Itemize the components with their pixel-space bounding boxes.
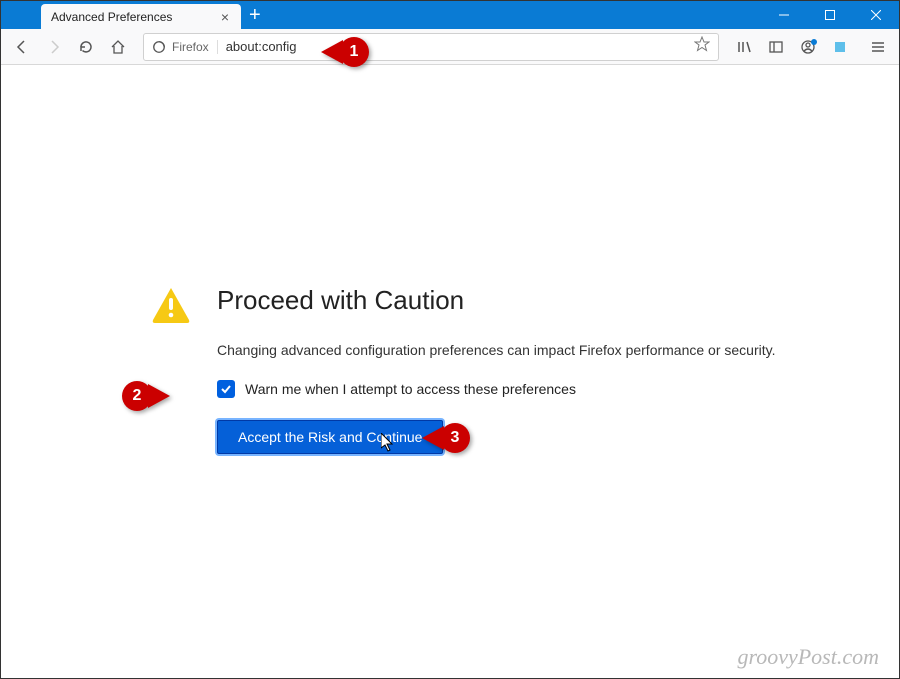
- annotation-2: 2: [122, 381, 170, 411]
- annotation-3: 3: [422, 423, 470, 453]
- warning-icon: [151, 285, 191, 325]
- annotation-1: 1: [321, 37, 369, 67]
- menu-button[interactable]: [863, 32, 893, 62]
- tab-title: Advanced Preferences: [51, 10, 172, 24]
- sidebar-icon[interactable]: [761, 32, 791, 62]
- caution-description: Changing advanced configuration preferen…: [217, 342, 775, 358]
- mouse-cursor: [381, 433, 395, 453]
- bookmark-star-icon[interactable]: [694, 36, 710, 57]
- reload-button[interactable]: [71, 32, 101, 62]
- identity-box[interactable]: Firefox: [152, 40, 218, 54]
- close-window-button[interactable]: [853, 1, 899, 29]
- window-controls: [761, 1, 899, 29]
- check-icon: [220, 383, 232, 395]
- new-tab-button[interactable]: +: [249, 4, 261, 27]
- caution-heading: Proceed with Caution: [217, 285, 775, 316]
- home-button[interactable]: [103, 32, 133, 62]
- browser-tab[interactable]: Advanced Preferences ×: [41, 4, 241, 29]
- firefox-logo-icon: [152, 40, 166, 54]
- forward-button: [39, 32, 69, 62]
- extension-icon[interactable]: [825, 32, 855, 62]
- account-icon[interactable]: [793, 32, 823, 62]
- identity-label: Firefox: [172, 40, 209, 54]
- window-titlebar: Advanced Preferences × +: [1, 1, 899, 29]
- accept-risk-button[interactable]: Accept the Risk and Continue: [217, 420, 443, 454]
- browser-toolbar: Firefox about:config: [1, 29, 899, 65]
- warn-checkbox[interactable]: [217, 380, 235, 398]
- minimize-button[interactable]: [761, 1, 807, 29]
- library-icon[interactable]: [729, 32, 759, 62]
- watermark: groovyPost.com: [737, 644, 879, 670]
- close-tab-icon[interactable]: ×: [219, 9, 231, 25]
- warn-checkbox-label[interactable]: Warn me when I attempt to access these p…: [245, 381, 576, 397]
- url-text: about:config: [226, 39, 694, 54]
- address-bar[interactable]: Firefox about:config: [143, 33, 719, 61]
- maximize-button[interactable]: [807, 1, 853, 29]
- back-button[interactable]: [7, 32, 37, 62]
